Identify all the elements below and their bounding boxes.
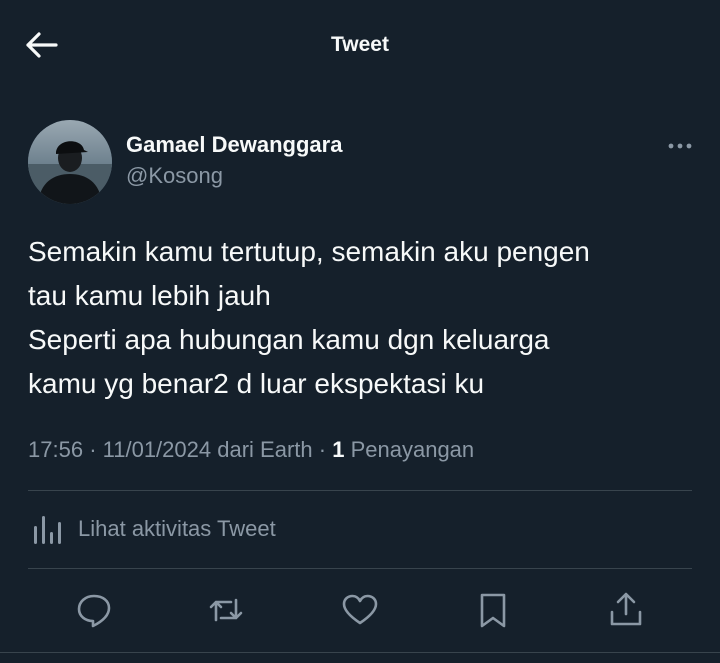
author-name[interactable]: Gamael Dewanggara: [126, 132, 342, 158]
views-count: 1: [332, 437, 345, 462]
bookmark-icon: [480, 593, 506, 628]
meta-separator: ·: [89, 437, 97, 462]
author-handle[interactable]: @Kosong: [126, 163, 223, 189]
retweet-icon: [209, 598, 243, 622]
tweet-line: tau kamu lebih jauh: [28, 280, 271, 311]
more-icon: [668, 143, 692, 149]
reply-icon: [77, 594, 111, 628]
tweet-line: Seperti apa hubungan kamu dgn keluarga: [28, 324, 550, 355]
more-options-button[interactable]: [662, 134, 698, 158]
retweet-button[interactable]: [204, 588, 248, 632]
avatar-image: [28, 120, 112, 204]
share-button[interactable]: [604, 588, 648, 632]
tweet-source: dari Earth: [217, 437, 313, 462]
meta-separator: ·: [318, 437, 327, 462]
reply-button[interactable]: [72, 588, 116, 632]
like-icon: [342, 594, 378, 625]
page-title: Tweet: [331, 33, 389, 56]
bookmark-button[interactable]: [471, 588, 515, 632]
tweet-time[interactable]: 17:56: [28, 437, 83, 462]
avatar[interactable]: [28, 120, 112, 204]
divider: [0, 652, 720, 653]
tweet-text: Semakin kamu tertutup, semakin aku penge…: [28, 230, 698, 406]
tweet-date[interactable]: 11/01/2024: [103, 437, 211, 462]
view-activity-label: Lihat aktivitas Tweet: [78, 516, 276, 541]
views-label: Penayangan: [350, 437, 475, 462]
divider: [28, 490, 692, 491]
tweet-detail-screen: Tweet Gamael Dewanggara @Kosong Semakin …: [0, 0, 720, 663]
tweet-line: Semakin kamu tertutup, semakin aku penge…: [28, 236, 590, 267]
analytics-icon: [34, 516, 61, 544]
tweet-meta: 17:56 · 11/01/2024 dari Earth · 1 Penaya…: [28, 437, 474, 463]
divider: [28, 568, 692, 569]
share-icon: [610, 592, 642, 626]
tweet-line: kamu yg benar2 d luar ekspektasi ku: [28, 368, 485, 399]
view-activity-link[interactable]: Lihat aktivitas Tweet: [28, 508, 428, 552]
like-button[interactable]: [338, 588, 382, 632]
top-bar: Tweet: [0, 0, 720, 92]
